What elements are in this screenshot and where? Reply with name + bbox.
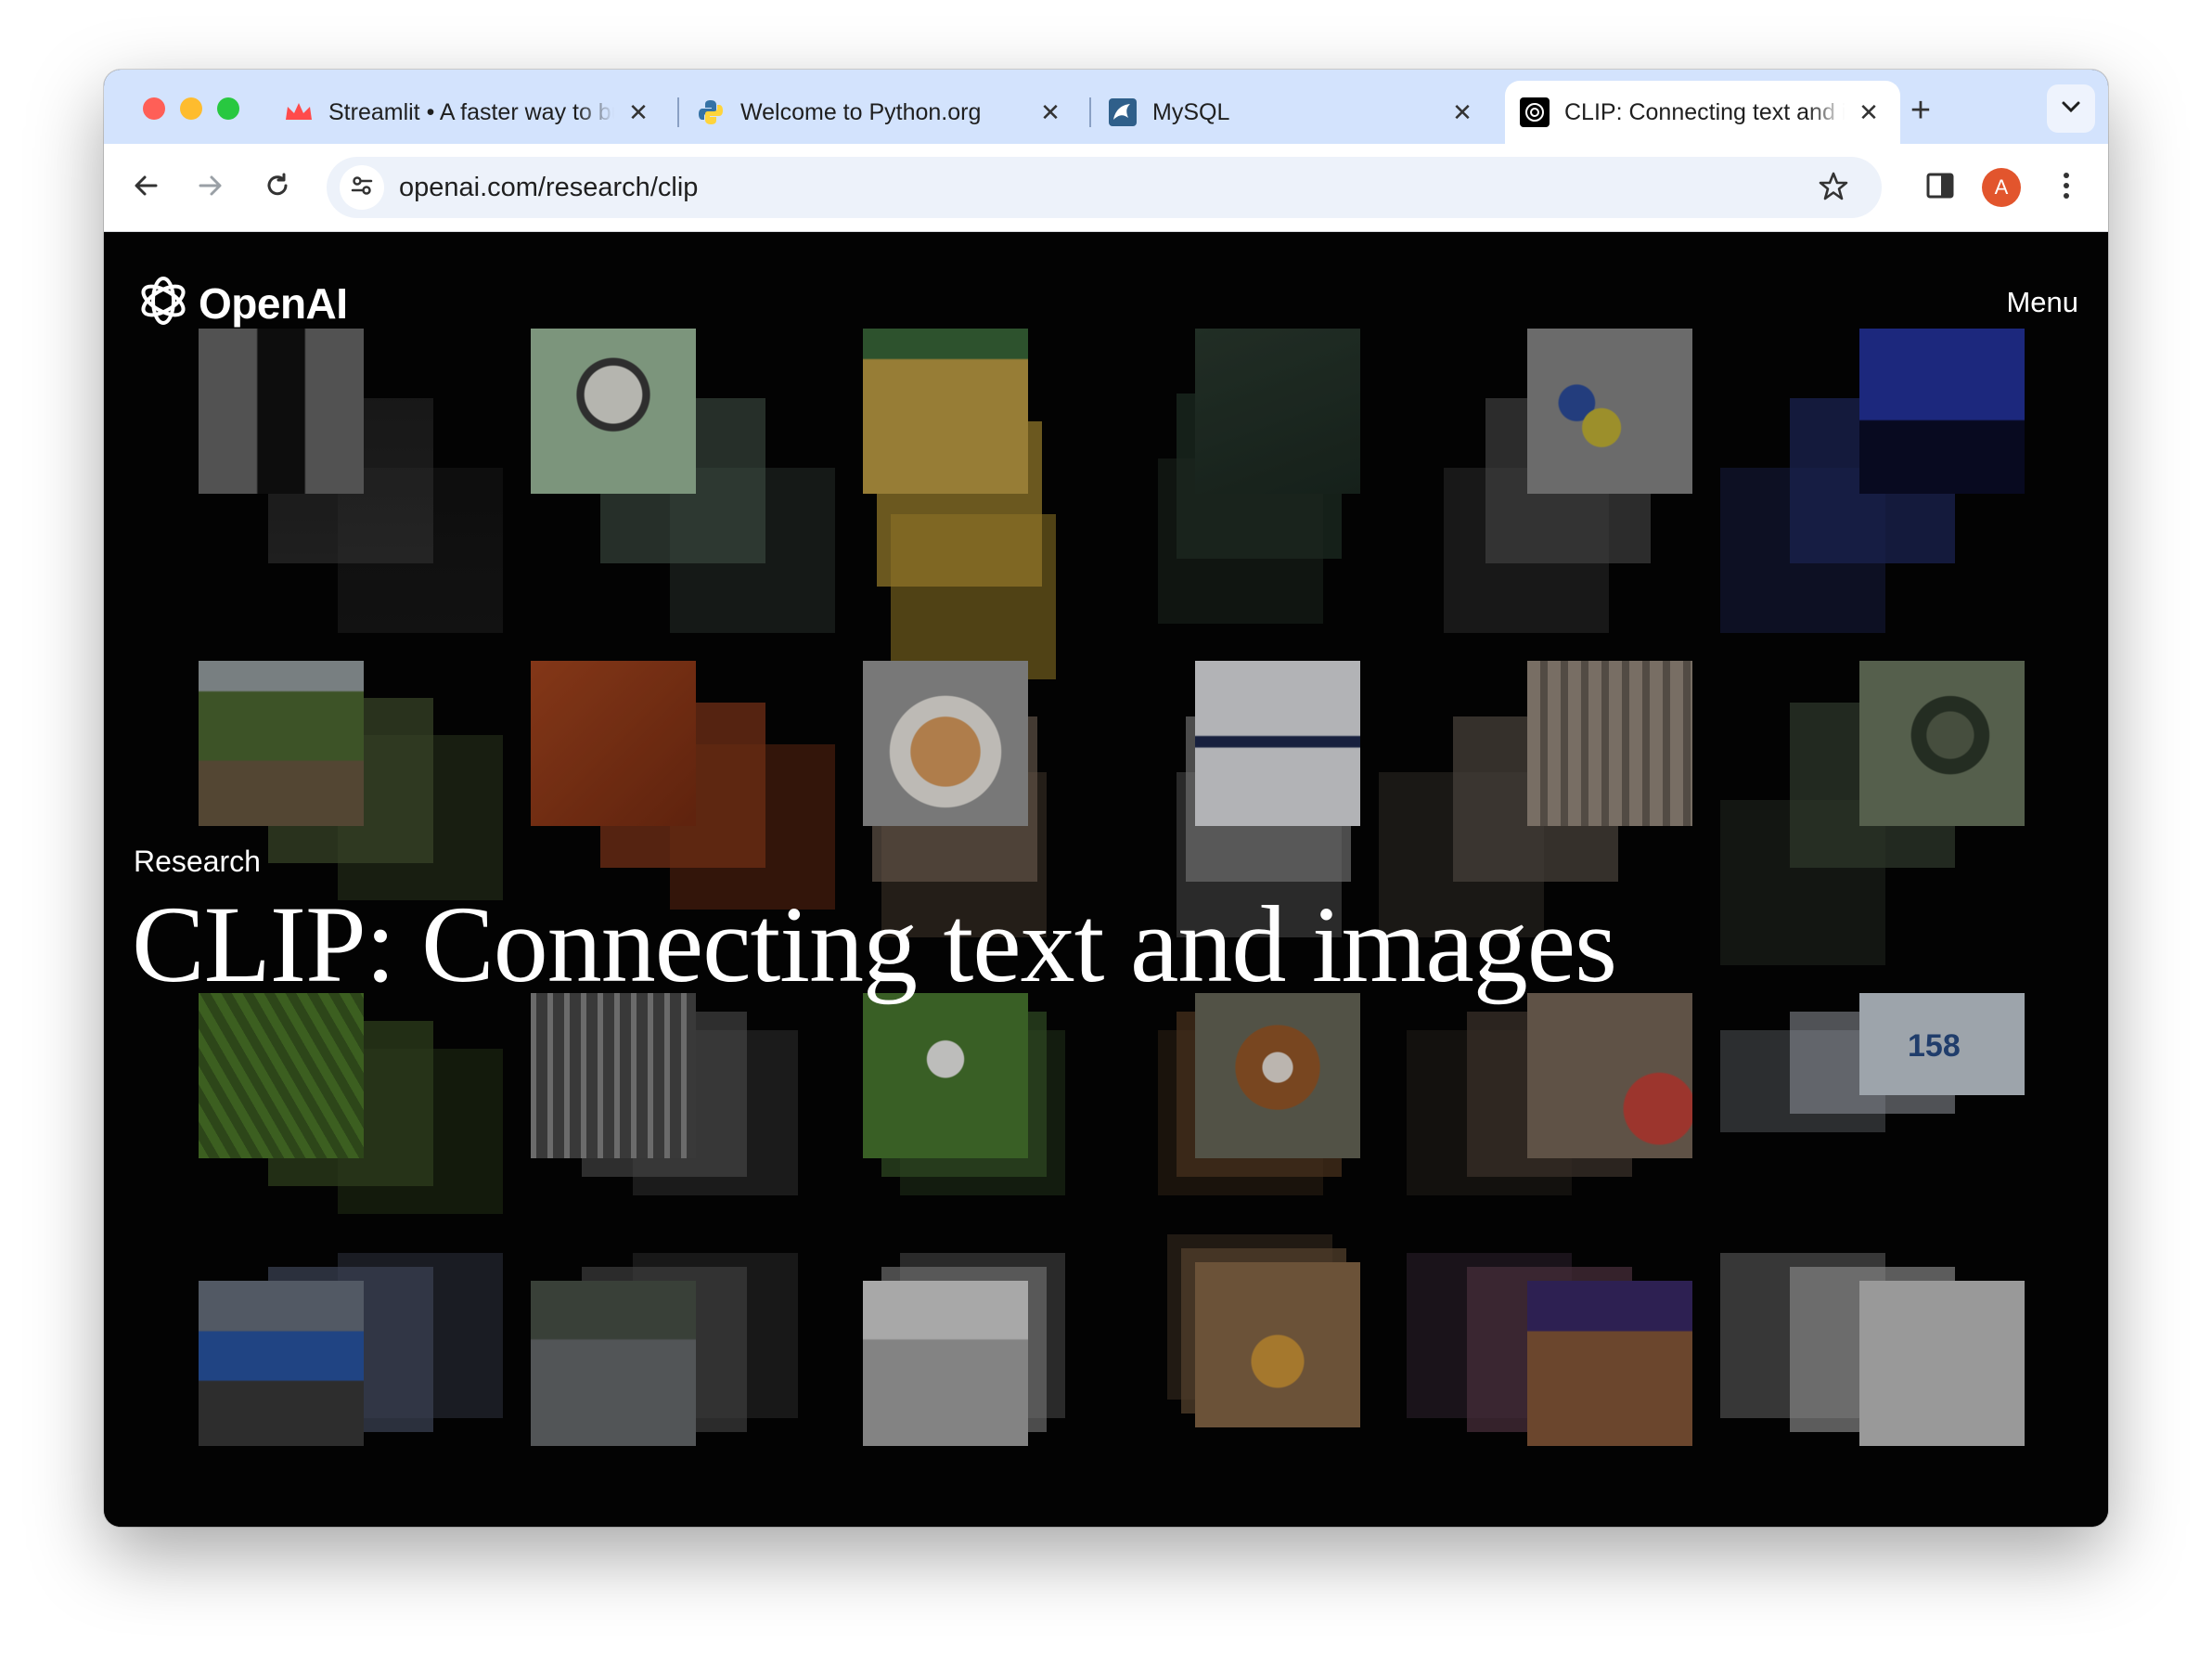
browser-window: Streamlit • A faster way to build and sh… xyxy=(104,70,2108,1527)
tile-number-label: 158 xyxy=(1908,1028,1961,1064)
back-button[interactable] xyxy=(124,166,167,209)
tab-mysql[interactable]: MySQL ✕ xyxy=(1093,81,1494,144)
arrow-left-icon xyxy=(132,172,160,204)
clip-image-grid: 158 xyxy=(104,232,2108,1527)
logo-text: OpenAI xyxy=(199,278,348,328)
tab-title: CLIP: Connecting text and images xyxy=(1564,98,1845,126)
menu-button[interactable]: Menu xyxy=(2006,286,2078,319)
tune-icon xyxy=(349,173,375,203)
chevron-down-icon xyxy=(2061,100,2081,118)
site-info-button[interactable] xyxy=(340,165,384,210)
browser-toolbar: openai.com/research/clip A xyxy=(104,144,2108,232)
tab-streamlit[interactable]: Streamlit • A faster way to build and sh… xyxy=(269,81,670,144)
bookmark-button[interactable] xyxy=(1815,170,1852,207)
address-bar[interactable]: openai.com/research/clip xyxy=(327,157,1882,218)
tab-separator xyxy=(1089,97,1091,127)
tab-search-button[interactable] xyxy=(2047,84,2095,133)
tab-separator xyxy=(677,97,679,127)
close-tab-icon[interactable]: ✕ xyxy=(1447,97,1477,127)
url-text[interactable]: openai.com/research/clip xyxy=(399,173,698,203)
new-tab-button[interactable]: + xyxy=(1900,90,1941,131)
close-window-button[interactable] xyxy=(143,97,165,120)
side-panel-button[interactable] xyxy=(1921,168,1960,207)
openai-icon xyxy=(134,271,193,335)
profile-avatar[interactable]: A xyxy=(1982,168,2021,207)
tab-title: Welcome to Python.org xyxy=(740,98,1026,126)
browser-menu-button[interactable] xyxy=(2047,168,2086,207)
arrow-right-icon xyxy=(197,172,225,204)
tab-clip[interactable]: CLIP: Connecting text and images ✕ xyxy=(1505,81,1900,144)
category-label[interactable]: Research xyxy=(134,845,261,879)
maximize-window-button[interactable] xyxy=(217,97,239,120)
reload-icon xyxy=(264,172,291,204)
mysql-dolphin-icon xyxy=(1108,97,1138,127)
page-content: 158 OpenAI Menu Research CLIP: Connectin… xyxy=(104,232,2108,1527)
minimize-window-button[interactable] xyxy=(180,97,202,120)
reload-button[interactable] xyxy=(256,166,299,209)
tab-title: MySQL xyxy=(1152,98,1438,126)
openai-icon xyxy=(1520,97,1550,127)
close-tab-icon[interactable]: ✕ xyxy=(624,97,653,127)
star-icon xyxy=(1818,171,1849,207)
forward-button[interactable] xyxy=(189,166,232,209)
side-panel-icon xyxy=(1925,172,1955,204)
close-tab-icon[interactable]: ✕ xyxy=(1035,97,1065,127)
tab-title: Streamlit • A faster way to build and sh… xyxy=(328,98,614,126)
page-title: CLIP: Connecting text and images xyxy=(132,884,1617,1005)
more-vertical-icon xyxy=(2062,171,2071,205)
tab-strip: Streamlit • A faster way to build and sh… xyxy=(104,70,2108,144)
close-tab-icon[interactable]: ✕ xyxy=(1854,97,1884,127)
streamlit-crown-icon xyxy=(284,97,314,127)
openai-logo[interactable]: OpenAI xyxy=(134,271,348,335)
python-icon xyxy=(696,97,726,127)
tab-python[interactable]: Welcome to Python.org ✕ xyxy=(681,81,1082,144)
